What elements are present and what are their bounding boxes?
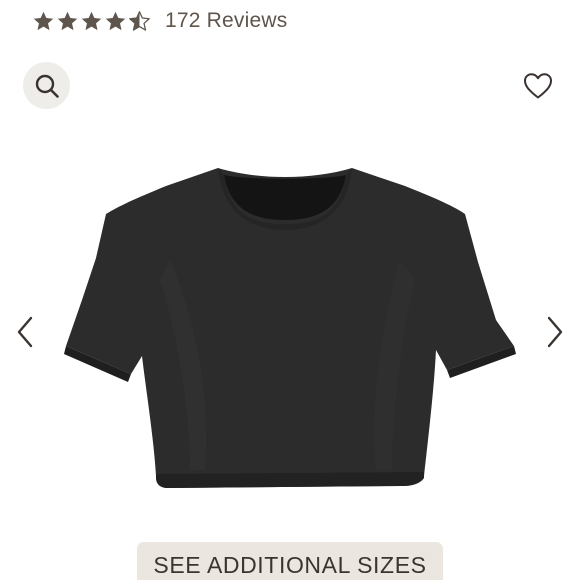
see-additional-sizes-button[interactable]: SEE ADDITIONAL SIZES [137,542,443,580]
product-image [64,168,516,488]
chevron-left-icon [17,316,33,348]
next-image-button[interactable] [540,312,570,352]
wishlist-button[interactable] [522,70,554,102]
product-page: 172 Reviews SEE ADDITIONAL SIZES [0,0,580,580]
star-icon-full [105,11,126,30]
star-rating [32,10,151,33]
rating-summary[interactable]: 172 Reviews [32,6,287,36]
star-icon-half [129,10,150,31]
see-additional-sizes-label: SEE ADDITIONAL SIZES [153,552,427,578]
star-icon-full [33,11,54,30]
star-icon-full [57,11,78,30]
search-icon [35,74,59,98]
search-button[interactable] [23,62,70,109]
previous-image-button[interactable] [10,312,40,352]
chevron-right-icon [547,316,563,348]
review-count[interactable]: 172 Reviews [165,9,287,33]
heart-icon [524,73,552,99]
star-icon-full [81,11,102,30]
